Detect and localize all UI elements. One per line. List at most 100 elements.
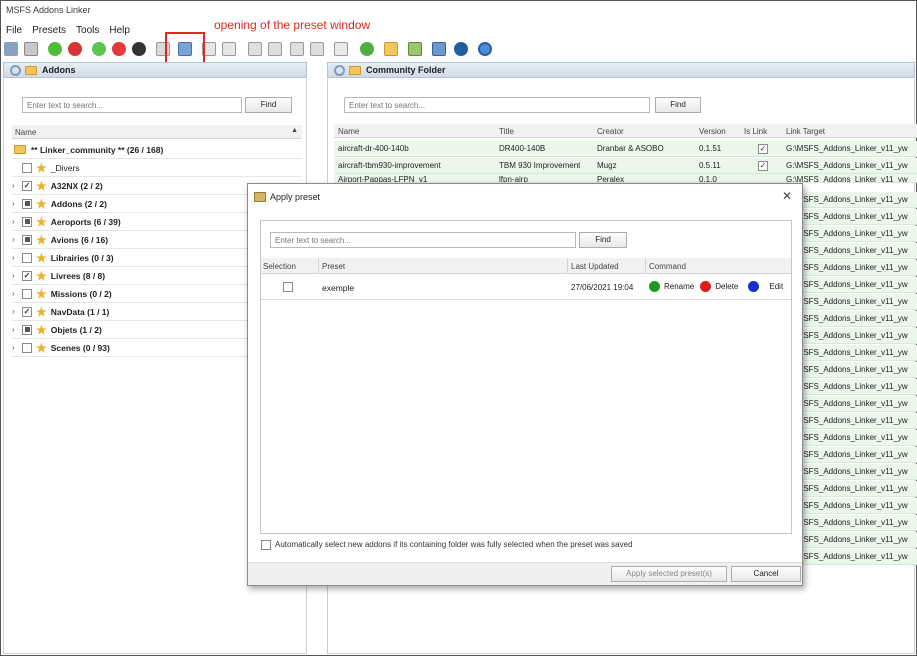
community-search-input[interactable] [344,97,650,113]
expand-icon[interactable]: › [12,235,22,244]
column-creator[interactable]: Creator [597,127,624,136]
column-link-target[interactable]: Link Target [786,127,825,136]
cell-link-target: G:\MSFS_Addons_Linker_v11_yw [786,331,908,340]
expand-icon[interactable]: › [12,343,22,352]
dialog-find-button[interactable]: Find [579,232,627,248]
tree-item-checkbox[interactable] [22,324,32,335]
cell-target: G:\MSFS_Addons_Linker_v11_yw [786,144,908,153]
favorite-star-icon[interactable]: ★ [36,216,47,228]
menu-file[interactable]: File [6,25,22,39]
expand-icon[interactable]: › [12,289,22,298]
edit-icon[interactable] [748,281,760,292]
link-icon[interactable] [248,42,262,56]
column-version[interactable]: Version [699,127,726,136]
settings-icon[interactable] [478,42,492,56]
circle-green-icon[interactable] [92,42,106,56]
edit-link[interactable]: Edit [769,282,783,291]
column-preset[interactable]: Preset [322,262,345,271]
open-icon[interactable] [4,42,18,56]
favorite-star-icon[interactable]: ★ [36,180,47,192]
column-is-link[interactable]: Is Link [744,127,767,136]
column-last-updated[interactable]: Last Updated [571,262,619,271]
globe-icon[interactable] [454,42,468,56]
favorite-star-icon[interactable]: ★ [36,306,47,318]
circle-black-icon[interactable] [132,42,146,56]
favorite-star-icon[interactable]: ★ [36,342,47,354]
tree-item[interactable]: ★ _Divers [12,159,302,177]
image-icon[interactable] [408,42,422,56]
check-green-icon[interactable] [48,42,62,56]
expand-icon[interactable]: › [12,199,22,208]
apply-presets-button[interactable]: Apply selected preset(s) [611,566,727,582]
cancel-button[interactable]: Cancel [731,566,801,582]
tree-item-checkbox[interactable] [22,198,32,209]
favorite-star-icon[interactable]: ★ [36,324,47,336]
preset-dialog-icon [254,192,266,202]
tree-item-checkbox[interactable] [22,162,32,173]
refresh-icon[interactable] [334,64,345,76]
preset-remove-icon[interactable] [222,42,236,56]
menu-bar: File Presets Tools Help [6,25,130,39]
tree-item-checkbox[interactable] [22,342,32,353]
table-row[interactable]: Airport-Pappas-LFPN_v1 lfpn-airp Peralex… [334,174,917,183]
menu-tools[interactable]: Tools [76,25,99,39]
column-title[interactable]: Title [499,127,514,136]
expand-icon[interactable]: › [12,307,22,316]
copy-icon[interactable] [24,42,38,56]
delete-icon[interactable] [700,281,712,292]
tree-item-checkbox[interactable] [22,252,32,263]
folder-icon[interactable] [384,42,398,56]
tree-root[interactable]: ** Linker_community ** (26 / 168) [12,141,302,159]
table-row[interactable]: aircraft-dr-400-140b DR400-140B Dranbar & … [334,141,917,157]
cell-link-target: G:\MSFS_Addons_Linker_v11_yw [786,416,908,425]
tree-item-checkbox[interactable]: ✓ [22,306,32,317]
tree-item-checkbox[interactable]: ✓ [22,180,32,191]
preset-select-checkbox[interactable] [283,282,293,292]
rename-link[interactable]: Rename [664,282,694,291]
auto-select-checkbox[interactable] [261,540,271,550]
tree-item-checkbox[interactable] [22,216,32,227]
addons-find-button[interactable]: Find [245,97,292,113]
tree-item-checkbox[interactable] [22,288,32,299]
cell-creator: Dranbar & ASOBO [597,144,664,153]
refresh-icon[interactable] [360,42,374,56]
tree-icon[interactable] [334,42,348,56]
menu-help[interactable]: Help [109,25,130,39]
addons-column-header[interactable]: Name ▲ [12,125,302,139]
expand-icon[interactable]: › [12,325,22,334]
table-row[interactable]: aircraft-tbm930-improvement TBM 930 Impro… [334,158,917,174]
window-icon[interactable] [432,42,446,56]
community-find-button[interactable]: Find [655,97,701,113]
favorite-star-icon[interactable]: ★ [36,234,47,246]
preset-row[interactable]: exemple 27/06/2021 19:04 Rename Delete E… [261,276,791,300]
favorite-star-icon[interactable]: ★ [36,270,47,282]
tree-item-checkbox[interactable]: ✓ [22,270,32,281]
circle-red-icon[interactable] [112,42,126,56]
folder-icon [349,65,361,75]
dialog-search-input[interactable] [270,232,576,248]
expand-icon[interactable]: › [12,253,22,262]
is-link-checkbox[interactable]: ✓ [758,144,768,154]
favorite-star-icon[interactable]: ★ [36,198,47,210]
column-name[interactable]: Name [338,127,359,136]
addons-search-input[interactable] [22,97,242,113]
delete-link[interactable]: Delete [715,282,738,291]
is-link-checkbox[interactable]: ✓ [758,161,768,171]
expand-icon[interactable]: › [12,271,22,280]
refresh-icon[interactable] [10,64,21,76]
favorite-star-icon[interactable]: ★ [36,288,47,300]
link-left-icon[interactable] [268,42,282,56]
favorite-star-icon[interactable]: ★ [36,162,47,174]
link-right-icon[interactable] [290,42,304,56]
favorite-star-icon[interactable]: ★ [36,252,47,264]
column-command[interactable]: Command [649,262,686,271]
expand-icon[interactable]: › [12,217,22,226]
rename-icon[interactable] [649,281,660,292]
column-selection[interactable]: Selection [263,262,296,271]
unlink-icon[interactable] [310,42,324,56]
close-icon[interactable]: ✕ [782,189,792,203]
close-red-icon[interactable] [68,42,82,56]
expand-icon[interactable]: › [12,181,22,190]
tree-item-checkbox[interactable] [22,234,32,245]
menu-presets[interactable]: Presets [32,25,66,39]
